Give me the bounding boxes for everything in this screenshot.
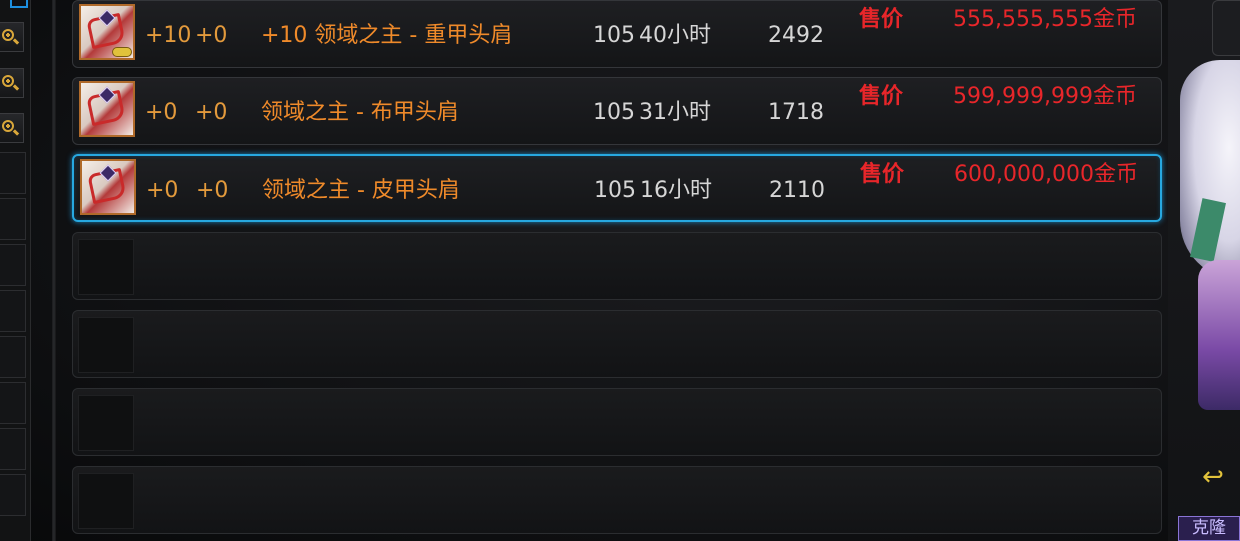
price-value: 555,555,555金币 — [953, 7, 1137, 32]
toolbar-top-tab[interactable] — [10, 0, 28, 8]
zoom-in-icon[interactable] — [0, 113, 24, 143]
auction-row-empty[interactable] — [72, 310, 1162, 378]
price-value: 599,999,999金币 — [953, 84, 1137, 109]
price-label: 售价 — [859, 7, 904, 32]
amplify-level: +0 — [196, 178, 229, 203]
panel-divider — [52, 0, 56, 541]
time-remaining: 31小时 — [639, 100, 711, 125]
enhance-badge-icon — [112, 47, 132, 57]
enhance-level: +0 — [146, 178, 179, 203]
zoom-in-icon[interactable] — [0, 22, 24, 52]
auction-row[interactable]: +0 +0 领域之主 - 布甲头肩 105 31小时 1718 售价 599,9… — [72, 77, 1162, 145]
shoulder-armor-icon[interactable] — [79, 4, 135, 60]
item-name: 领域之主 - 皮甲头肩 — [262, 178, 460, 203]
auction-row-empty[interactable] — [72, 388, 1162, 456]
amplify-level: +0 — [195, 100, 228, 125]
return-arrow-icon[interactable]: ↩ — [1196, 462, 1230, 492]
empty-item-slot — [78, 395, 134, 451]
empty-item-slot — [78, 317, 134, 373]
item-name: 领域之主 - 布甲头肩 — [261, 100, 459, 125]
toolbar-slot[interactable] — [0, 428, 26, 470]
auction-row-selected[interactable]: +0 +0 领域之主 - 皮甲头肩 105 16小时 2110 售价 600,0… — [72, 154, 1162, 222]
portrait-robe — [1198, 260, 1240, 410]
amplify-level: +0 — [195, 23, 228, 48]
toolbar-slot[interactable] — [0, 474, 26, 516]
toolbar-slot[interactable] — [0, 198, 26, 240]
left-toolbar — [0, 0, 31, 541]
toolbar-slot[interactable] — [0, 290, 26, 332]
price-label: 售价 — [859, 84, 904, 109]
empty-item-slot — [78, 473, 134, 529]
side-tab[interactable] — [1212, 0, 1240, 56]
character-portrait — [1168, 0, 1240, 541]
zoom-in-icon[interactable] — [0, 68, 24, 98]
listing-count: 1718 — [768, 100, 824, 125]
auction-row-empty[interactable] — [72, 466, 1162, 534]
toolbar-slot[interactable] — [0, 152, 26, 194]
time-remaining: 40小时 — [639, 23, 711, 48]
auction-row[interactable]: +10 +0 +10 领域之主 - 重甲头肩 105 40小时 2492 售价 … — [72, 0, 1162, 68]
listing-count: 2492 — [768, 23, 824, 48]
item-level: 105 — [593, 100, 635, 125]
toolbar-slot[interactable] — [0, 244, 26, 286]
empty-item-slot — [78, 239, 134, 295]
toolbar-slot[interactable] — [0, 382, 26, 424]
shoulder-armor-icon[interactable] — [79, 81, 135, 137]
shoulder-armor-icon[interactable] — [80, 159, 136, 215]
item-level: 105 — [593, 23, 635, 48]
item-level: 105 — [594, 178, 636, 203]
clone-button[interactable]: 克隆 — [1178, 516, 1240, 541]
enhance-level: +10 — [145, 23, 192, 48]
item-name: +10 领域之主 - 重甲头肩 — [261, 23, 513, 48]
price-value: 600,000,000金币 — [954, 162, 1138, 187]
toolbar-slot[interactable] — [0, 336, 26, 378]
listing-count: 2110 — [769, 178, 825, 203]
price-label: 售价 — [860, 162, 905, 187]
auction-row-empty[interactable] — [72, 232, 1162, 300]
time-remaining: 16小时 — [640, 178, 712, 203]
auction-house-window: +10 +0 +10 领域之主 - 重甲头肩 105 40小时 2492 售价 … — [0, 0, 1240, 541]
enhance-level: +0 — [145, 100, 178, 125]
